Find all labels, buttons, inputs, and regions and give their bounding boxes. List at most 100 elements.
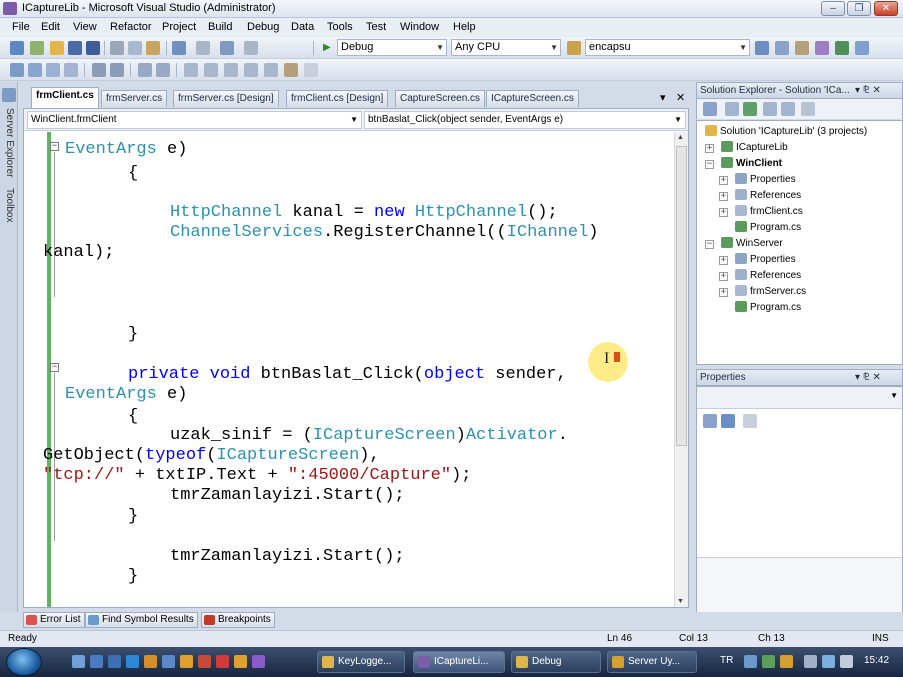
pane-window-controls[interactable]: ▾ ⅊ ✕: [855, 83, 881, 98]
expand-toggle[interactable]: +: [719, 288, 728, 297]
class-view-icon[interactable]: [835, 41, 849, 55]
menu-tools[interactable]: Tools: [327, 21, 353, 33]
open-file-icon[interactable]: [50, 41, 64, 55]
paste-icon[interactable]: [146, 41, 160, 55]
quick-launch-icon[interactable]: [144, 655, 157, 668]
show-desktop-icon[interactable]: [72, 655, 85, 668]
tree-properties[interactable]: Properties: [735, 173, 796, 187]
explorer-icon[interactable]: [90, 655, 103, 668]
display-object-member-list-icon[interactable]: [10, 63, 24, 77]
solution-tree[interactable]: Solution 'ICaptureLib' (3 projects) + IC…: [696, 120, 903, 365]
taskbar-button-server[interactable]: Server Uy...: [607, 651, 697, 673]
alphabetical-icon[interactable]: [721, 414, 735, 428]
active-files-dropdown[interactable]: ▾: [660, 91, 666, 104]
new-project-icon[interactable]: [10, 41, 24, 55]
volume-icon[interactable]: [840, 655, 853, 668]
toolbar-options-icon[interactable]: [304, 63, 318, 77]
tree-file-program[interactable]: Program.cs: [735, 221, 801, 235]
toolbox-icon[interactable]: [815, 41, 829, 55]
tree-references[interactable]: References: [735, 189, 801, 203]
redo-icon[interactable]: [196, 41, 210, 55]
code-area[interactable]: − − EventArgs e) { HttpChannel kanal = n…: [24, 132, 674, 607]
tree-solution[interactable]: Solution 'ICaptureLib' (3 projects): [705, 125, 867, 139]
tab-frmclient-design[interactable]: frmClient.cs [Design]: [286, 90, 389, 107]
next-bookmark-in-folder-icon[interactable]: [264, 63, 278, 77]
decrease-indent-icon[interactable]: [92, 63, 106, 77]
previous-bookmark-icon[interactable]: [204, 63, 218, 77]
quick-launch-icon[interactable]: [198, 655, 211, 668]
tab-capturescreen-cs[interactable]: CaptureScreen.cs: [395, 90, 486, 107]
tree-file-program[interactable]: Program.cs: [735, 301, 801, 315]
menu-edit[interactable]: Edit: [41, 21, 60, 33]
internet-explorer-icon[interactable]: [126, 655, 139, 668]
comment-lines-icon[interactable]: [138, 63, 152, 77]
tab-frmclient-cs[interactable]: frmClient.cs: [31, 87, 99, 108]
menu-refactor[interactable]: Refactor: [110, 21, 152, 33]
navigate-backward-icon[interactable]: [220, 41, 234, 55]
collapse-toggle[interactable]: −: [50, 363, 59, 372]
quick-launch-icon[interactable]: [108, 655, 121, 668]
server-explorer-tab[interactable]: Server Explorer: [3, 108, 15, 177]
display-parameter-info-icon[interactable]: [28, 63, 42, 77]
undo-icon[interactable]: [172, 41, 186, 55]
navigate-forward-icon[interactable]: [244, 41, 258, 55]
increase-indent-icon[interactable]: [110, 63, 124, 77]
find-combo[interactable]: encapsu ▼: [585, 39, 750, 56]
minimize-button[interactable]: –: [821, 1, 845, 16]
cut-icon[interactable]: [110, 41, 124, 55]
vertical-scrollbar[interactable]: ▲ ▼: [674, 132, 688, 607]
tab-breakpoints[interactable]: Breakpoints: [201, 612, 275, 628]
menu-build[interactable]: Build: [208, 21, 232, 33]
expand-toggle[interactable]: +: [719, 256, 728, 265]
tree-file-frmserver[interactable]: frmServer.cs: [735, 285, 806, 299]
clock[interactable]: 15:42: [864, 655, 889, 666]
properties-object-combo[interactable]: ▼: [697, 387, 902, 409]
tree-project-winserver[interactable]: WinServer: [721, 237, 783, 251]
tray-icon[interactable]: [762, 655, 775, 668]
clear-bookmarks-icon[interactable]: [284, 63, 298, 77]
uncomment-lines-icon[interactable]: [156, 63, 170, 77]
tray-icon[interactable]: [804, 655, 817, 668]
menu-project[interactable]: Project: [162, 21, 196, 33]
find-icon[interactable]: [755, 41, 769, 55]
solution-configuration-combo[interactable]: Debug ▼: [337, 39, 447, 56]
menu-test[interactable]: Test: [366, 21, 386, 33]
start-page-icon[interactable]: [855, 41, 869, 55]
menu-data[interactable]: Data: [291, 21, 314, 33]
start-button[interactable]: [6, 648, 42, 676]
quick-launch-icon[interactable]: [234, 655, 247, 668]
menu-debug[interactable]: Debug: [247, 21, 279, 33]
menu-view[interactable]: View: [73, 21, 97, 33]
view-code-icon[interactable]: [763, 102, 777, 116]
properties-icon[interactable]: [703, 102, 717, 116]
menu-help[interactable]: Help: [453, 21, 476, 33]
find-in-files-icon[interactable]: [567, 41, 581, 55]
display-quick-info-icon[interactable]: [46, 63, 60, 77]
close-document-button[interactable]: ✕: [676, 91, 685, 104]
save-all-icon[interactable]: [86, 41, 100, 55]
taskbar-button-debug[interactable]: Debug: [511, 651, 601, 673]
next-bookmark-icon[interactable]: [224, 63, 238, 77]
types-combo[interactable]: WinClient.frmClient ▼: [27, 111, 362, 129]
expand-toggle[interactable]: +: [705, 144, 714, 153]
collapse-toggle[interactable]: −: [705, 240, 714, 249]
maximize-button[interactable]: ❐: [847, 1, 871, 16]
tab-frmserver-cs[interactable]: frmServer.cs: [101, 90, 168, 107]
save-icon[interactable]: [68, 41, 82, 55]
tab-find-symbol-results[interactable]: Find Symbol Results: [85, 612, 198, 628]
collapse-toggle[interactable]: −: [50, 142, 59, 151]
tray-icon[interactable]: [780, 655, 793, 668]
menu-file[interactable]: File: [12, 21, 30, 33]
taskbar-button-keylogger[interactable]: KeyLogge...: [317, 651, 405, 673]
view-class-diagram-icon[interactable]: [801, 102, 815, 116]
toggle-bookmark-icon[interactable]: [184, 63, 198, 77]
scrollbar-thumb[interactable]: [676, 146, 687, 446]
tree-file-frmclient[interactable]: frmClient.cs: [735, 205, 803, 219]
expand-toggle[interactable]: +: [719, 192, 728, 201]
tab-error-list[interactable]: Error List: [23, 612, 85, 628]
previous-bookmark-in-folder-icon[interactable]: [244, 63, 258, 77]
toolbox-tab[interactable]: Toolbox: [3, 188, 15, 222]
refresh-icon[interactable]: [743, 102, 757, 116]
menu-window[interactable]: Window: [400, 21, 439, 33]
tab-frmserver-design[interactable]: frmServer.cs [Design]: [173, 90, 279, 107]
